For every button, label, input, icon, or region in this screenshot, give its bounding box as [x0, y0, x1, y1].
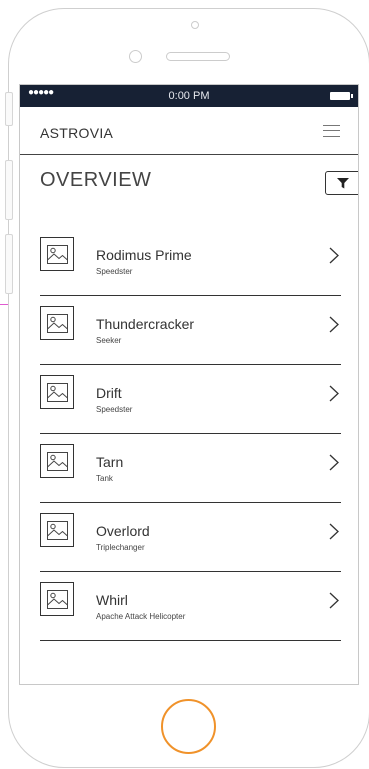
earpiece-speaker: [166, 52, 230, 61]
item-subtitle: Tank: [96, 474, 113, 483]
list-item[interactable]: Thundercracker Seeker: [40, 296, 341, 365]
page-title: OVERVIEW: [40, 169, 152, 191]
filter-icon: [337, 178, 349, 189]
proximity-sensor: [129, 50, 142, 63]
item-subtitle: Speedster: [96, 267, 133, 276]
item-list: Rodimus Prime Speedster Thundercracker Seek…: [40, 227, 341, 641]
chevron-right-icon: [329, 247, 339, 264]
image-placeholder-icon: [40, 237, 74, 271]
list-item[interactable]: Whirl Apache Attack Helicopter: [40, 572, 341, 641]
chevron-right-icon: [329, 523, 339, 540]
phone-screen: ●●●●● 0:00 PM ASTROVIA OVERVIEW Rodimus …: [19, 84, 359, 685]
front-camera: [191, 21, 199, 29]
chevron-right-icon: [329, 454, 339, 471]
mute-switch[interactable]: [5, 92, 13, 126]
hamburger-icon[interactable]: [323, 125, 340, 137]
chevron-right-icon: [329, 316, 339, 333]
item-name: Tarn: [96, 454, 124, 470]
image-placeholder-icon: [40, 582, 74, 616]
chevron-right-icon: [329, 385, 339, 402]
home-button[interactable]: [161, 699, 216, 754]
item-subtitle: Apache Attack Helicopter: [96, 612, 186, 621]
status-time: 0:00 PM: [168, 90, 210, 102]
item-subtitle: Seeker: [96, 336, 122, 345]
list-item[interactable]: Tarn Tank: [40, 434, 341, 503]
status-bar: ●●●●● 0:00 PM: [20, 85, 358, 107]
volume-down-button[interactable]: [5, 234, 13, 294]
item-subtitle: Speedster: [96, 405, 133, 414]
list-item[interactable]: Rodimus Prime Speedster: [40, 227, 341, 296]
item-name: Whirl: [96, 592, 128, 608]
nav-bar: ASTROVIA: [20, 107, 358, 155]
list-item[interactable]: Drift Speedster: [40, 365, 341, 434]
list-item[interactable]: Overlord Triplechanger: [40, 503, 341, 572]
item-subtitle: Triplechanger: [96, 543, 145, 552]
image-placeholder-icon: [40, 306, 74, 340]
filter-button[interactable]: [325, 171, 358, 195]
app-brand: ASTROVIA: [40, 125, 114, 141]
item-name: Thundercracker: [96, 316, 195, 332]
item-name: Rodimus Prime: [96, 247, 192, 263]
image-placeholder-icon: [40, 375, 74, 409]
item-name: Overlord: [96, 523, 150, 539]
image-placeholder-icon: [40, 513, 74, 547]
item-name: Drift: [96, 385, 122, 401]
battery-icon: [330, 92, 353, 100]
volume-up-button[interactable]: [5, 160, 13, 220]
chevron-right-icon: [329, 592, 339, 609]
image-placeholder-icon: [40, 444, 74, 478]
